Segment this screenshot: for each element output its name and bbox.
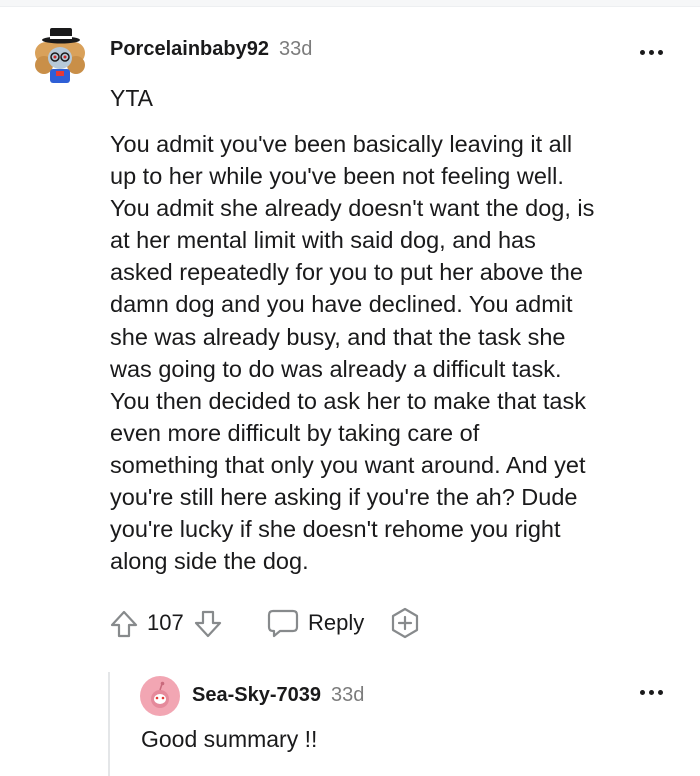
comment-body-line: asked repeatedly for you to put her abov… xyxy=(110,259,583,286)
plus-badge-icon xyxy=(391,607,419,639)
reply-button[interactable]: Reply xyxy=(266,607,364,639)
comment-body-line: You admit you've been basically leaving … xyxy=(110,131,573,157)
reply-age: 33d xyxy=(330,684,365,706)
reply-label: Reply xyxy=(308,610,365,635)
comment-age: 33d xyxy=(278,38,313,60)
comment-author[interactable]: Porcelainbaby92 xyxy=(110,38,269,61)
comment-body-line: along side the dog. xyxy=(110,548,309,575)
upvote-button[interactable] xyxy=(108,608,140,640)
award-button[interactable] xyxy=(388,606,422,640)
three-dots-icon xyxy=(640,690,645,695)
comment-body: You admit you've been basically leaving … xyxy=(110,128,690,577)
reply-meta: Sea-Sky-7039 33d xyxy=(192,684,364,707)
comment-more-button[interactable] xyxy=(640,44,668,60)
comment-body-line: you're lucky if she doesn't rehome you r… xyxy=(110,516,561,543)
reply-more-button[interactable] xyxy=(640,684,668,700)
reply-body: Good summary !! xyxy=(141,726,318,752)
user-avatar[interactable] xyxy=(30,25,90,85)
thread-line[interactable] xyxy=(108,672,110,776)
reply-avatar[interactable] xyxy=(140,676,180,716)
comment-body-line: she was already busy, and that the task … xyxy=(110,323,566,350)
three-dots-icon xyxy=(640,50,645,55)
comment-body-line: You then decided to ask her to make that… xyxy=(110,387,586,414)
comment-actions: 107 Reply xyxy=(108,604,428,644)
speech-bubble-icon xyxy=(267,609,299,638)
upvote-arrow-icon xyxy=(110,610,138,638)
comment-verdict: YTA xyxy=(110,85,154,111)
top-divider xyxy=(0,0,700,7)
downvote-arrow-icon xyxy=(194,610,222,638)
downvote-button[interactable] xyxy=(192,608,224,640)
reply-author[interactable]: Sea-Sky-7039 xyxy=(192,684,321,707)
comment-body-line: something that only you want around. And… xyxy=(110,451,586,478)
comment-body-line: at her mental limit with said dog, and h… xyxy=(110,227,536,254)
vote-score: 107 xyxy=(147,610,184,635)
comment-body-line: you're still here asking if you're the a… xyxy=(110,484,578,511)
comment-body-line: even more difficult by taking care of xyxy=(110,419,480,446)
comment-body-line: was going to do was already a difficult … xyxy=(110,355,562,382)
comment-body-line: damn dog and you have declined. You admi… xyxy=(110,291,573,318)
comment-body-line: up to her while you've been not feeling … xyxy=(110,163,564,190)
comment-body-line: You admit she already doesn't want the d… xyxy=(110,195,595,222)
comment-meta: Porcelainbaby92 33d xyxy=(110,38,312,61)
